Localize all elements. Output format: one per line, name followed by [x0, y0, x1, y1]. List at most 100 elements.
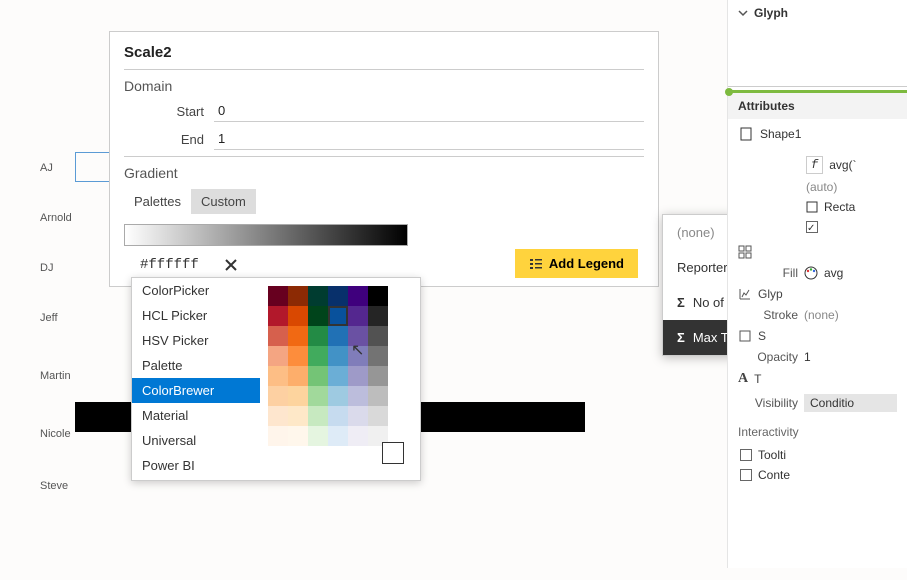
prop-recta[interactable]: Recta: [824, 200, 901, 214]
color-swatch[interactable]: [368, 366, 388, 386]
fill-value[interactable]: avg: [824, 266, 897, 280]
color-swatch[interactable]: [308, 426, 328, 446]
picker-item-powerbi[interactable]: Power BI: [132, 453, 260, 478]
panel-glyph-link[interactable]: [738, 245, 897, 259]
color-swatch[interactable]: [348, 326, 368, 346]
panel-glyp-link[interactable]: Glyp: [738, 287, 897, 301]
end-input[interactable]: [214, 128, 644, 150]
panel-s-link[interactable]: S: [738, 329, 897, 343]
color-swatch[interactable]: [288, 346, 308, 366]
color-swatch[interactable]: [328, 346, 348, 366]
color-swatch[interactable]: [268, 386, 288, 406]
context-checkbox[interactable]: [740, 469, 752, 481]
picker-item-hsv[interactable]: HSV Picker: [132, 328, 260, 353]
color-swatch[interactable]: [348, 406, 368, 426]
gradient-section-label: Gradient: [124, 156, 644, 181]
color-swatch[interactable]: [328, 426, 348, 446]
color-swatch[interactable]: [268, 426, 288, 446]
chart-row-label: Martin: [40, 370, 71, 382]
color-swatch[interactable]: [308, 306, 328, 326]
hex-input[interactable]: [140, 257, 220, 273]
color-swatch[interactable]: [288, 366, 308, 386]
picker-item-universal[interactable]: Universal: [132, 428, 260, 453]
chart-row-label: DJ: [40, 262, 53, 274]
color-swatch[interactable]: [308, 406, 328, 426]
color-swatch: [124, 258, 134, 272]
gradient-preview[interactable]: [124, 224, 408, 246]
panel-t-link[interactable]: A T: [738, 371, 897, 387]
visibility-label: Visibility: [738, 396, 798, 410]
color-swatch[interactable]: [328, 286, 348, 306]
color-swatch[interactable]: [268, 286, 288, 306]
prop-auto: (auto): [806, 180, 901, 194]
chevron-down-icon: [738, 8, 748, 18]
color-swatch[interactable]: [308, 346, 328, 366]
picker-item-palette[interactable]: Palette: [132, 353, 260, 378]
color-swatch[interactable]: [348, 366, 368, 386]
clear-icon[interactable]: [222, 256, 240, 274]
picker-item-hcl[interactable]: HCL Picker: [132, 303, 260, 328]
color-swatch[interactable]: [368, 386, 388, 406]
checkbox[interactable]: [806, 221, 818, 233]
color-swatch[interactable]: [288, 286, 308, 306]
tab-palettes[interactable]: Palettes: [124, 189, 191, 214]
picker-item-colorpicker[interactable]: ColorPicker: [132, 278, 260, 303]
color-swatch[interactable]: [328, 406, 348, 426]
picker-item-colorbrewer[interactable]: ColorBrewer: [132, 378, 260, 403]
legend-icon: [529, 257, 543, 271]
fill-label: Fill: [738, 266, 798, 280]
color-swatch[interactable]: [288, 406, 308, 426]
color-swatch[interactable]: [268, 366, 288, 386]
swatch-grid: [260, 278, 420, 480]
color-swatch[interactable]: [288, 326, 308, 346]
tooltip-checkbox[interactable]: [740, 449, 752, 461]
color-swatch[interactable]: [268, 326, 288, 346]
add-legend-button[interactable]: Add Legend: [515, 249, 638, 278]
color-swatch[interactable]: [348, 426, 368, 446]
picker-item-material[interactable]: Material: [132, 403, 260, 428]
color-swatch[interactable]: [328, 366, 348, 386]
color-swatch[interactable]: [308, 286, 328, 306]
color-swatch[interactable]: [328, 306, 348, 326]
tooltip-label: Toolti: [758, 448, 786, 462]
color-swatch[interactable]: [368, 306, 388, 326]
tab-custom[interactable]: Custom: [191, 189, 256, 214]
shape1-item[interactable]: Shape1: [728, 119, 907, 149]
glyph-section-header[interactable]: Glyph: [728, 0, 907, 26]
color-swatch[interactable]: [308, 366, 328, 386]
opacity-value[interactable]: 1: [804, 350, 897, 364]
domain-section-label: Domain: [124, 69, 644, 94]
picker-type-list: ColorPicker HCL Picker HSV Picker Palett…: [132, 278, 260, 480]
start-input[interactable]: [214, 100, 644, 122]
properties-panel: Glyph Attributes Shape1 f avg(` (auto) R…: [727, 0, 907, 568]
color-swatch[interactable]: [368, 406, 388, 426]
chart-row-label: Nicole: [40, 428, 71, 440]
color-swatch[interactable]: [268, 406, 288, 426]
color-swatch[interactable]: [288, 306, 308, 326]
color-swatch[interactable]: [268, 346, 288, 366]
color-swatch[interactable]: [288, 426, 308, 446]
opacity-label: Opacity: [738, 350, 798, 364]
color-swatch[interactable]: [368, 286, 388, 306]
color-swatch[interactable]: [348, 306, 368, 326]
stroke-value[interactable]: (none): [804, 308, 897, 322]
chart-row-label: Steve: [40, 480, 68, 492]
color-swatch[interactable]: [328, 386, 348, 406]
rect-icon: [806, 201, 818, 213]
color-swatch[interactable]: [288, 386, 308, 406]
color-swatch[interactable]: [348, 286, 368, 306]
rect-icon: [738, 329, 752, 343]
prop-expr[interactable]: avg(`: [829, 158, 901, 172]
color-swatch[interactable]: [348, 386, 368, 406]
color-swatch[interactable]: [348, 346, 368, 366]
visibility-value[interactable]: Conditio: [804, 394, 897, 412]
attributes-header[interactable]: Attributes: [728, 93, 907, 119]
chart-row-label: Arnold: [40, 212, 72, 224]
color-swatch[interactable]: [268, 306, 288, 326]
color-swatch[interactable]: [308, 326, 328, 346]
color-swatch[interactable]: [368, 346, 388, 366]
color-swatch[interactable]: [328, 326, 348, 346]
chart-icon: [738, 287, 752, 301]
color-swatch[interactable]: [308, 386, 328, 406]
color-swatch[interactable]: [368, 326, 388, 346]
